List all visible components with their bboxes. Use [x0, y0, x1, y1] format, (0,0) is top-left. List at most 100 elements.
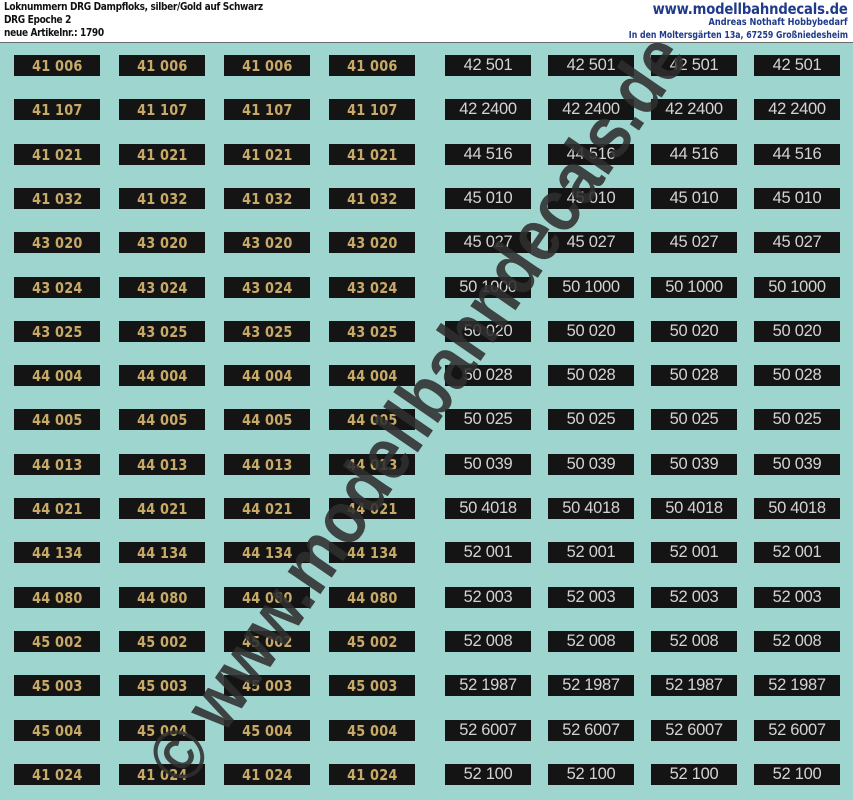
gold-number-decal: 44 004 — [14, 365, 100, 386]
gold-number-decal: 45 002 — [14, 631, 100, 652]
gold-number-decal: 44 013 — [329, 454, 415, 475]
silver-number-decal: 45 027 — [548, 232, 634, 253]
silver-number-decal: 52 1987 — [754, 675, 840, 696]
sheet-title: Loknummern DRG Dampfloks, silber/Gold au… — [4, 1, 263, 13]
gold-number-decal: 41 006 — [224, 55, 310, 76]
gold-number-decal: 43 025 — [119, 321, 205, 342]
silver-number-decal: 52 1987 — [548, 675, 634, 696]
company-name: Andreas Nothaft Hobbybedarf — [708, 17, 848, 28]
silver-number-decal: 52 008 — [754, 631, 840, 652]
silver-number-decal: 50 039 — [754, 454, 840, 475]
silver-number-decal: 50 4018 — [651, 498, 737, 519]
silver-number-decal: 50 4018 — [445, 498, 531, 519]
silver-number-decal: 42 501 — [445, 55, 531, 76]
silver-number-decal: 45 010 — [651, 188, 737, 209]
gold-number-decal: 45 003 — [119, 675, 205, 696]
silver-number-decal: 50 4018 — [548, 498, 634, 519]
gold-number-decal: 44 005 — [119, 409, 205, 430]
gold-number-decal: 41 021 — [329, 144, 415, 165]
website-link[interactable]: www.modellbahndecals.de — [653, 0, 848, 18]
gold-number-decal: 45 004 — [329, 720, 415, 741]
gold-number-decal: 45 004 — [14, 720, 100, 741]
silver-number-decal: 52 001 — [651, 542, 737, 563]
gold-number-decal: 41 021 — [14, 144, 100, 165]
silver-number-decal: 50 4018 — [754, 498, 840, 519]
silver-number-decal: 50 1000 — [445, 277, 531, 298]
gold-number-decal: 45 003 — [329, 675, 415, 696]
silver-number-decal: 44 516 — [445, 144, 531, 165]
gold-number-decal: 45 004 — [224, 720, 310, 741]
gold-number-decal: 44 013 — [14, 454, 100, 475]
silver-number-decal: 42 501 — [548, 55, 634, 76]
silver-number-decal: 50 028 — [548, 365, 634, 386]
silver-number-decal: 50 1000 — [548, 277, 634, 298]
silver-number-decal: 42 2400 — [651, 99, 737, 120]
gold-number-decal: 43 020 — [14, 232, 100, 253]
gold-number-decal: 43 020 — [119, 232, 205, 253]
gold-number-decal: 41 006 — [119, 55, 205, 76]
gold-number-decal: 44 021 — [14, 498, 100, 519]
silver-number-decal: 42 2400 — [548, 99, 634, 120]
gold-number-decal: 41 032 — [329, 188, 415, 209]
silver-number-decal: 50 028 — [445, 365, 531, 386]
silver-number-decal: 52 003 — [548, 587, 634, 608]
silver-number-decal: 52 100 — [651, 764, 737, 785]
gold-number-decal: 45 002 — [119, 631, 205, 652]
gold-number-decal: 41 107 — [14, 99, 100, 120]
silver-number-decal: 50 020 — [548, 321, 634, 342]
gold-number-decal: 41 032 — [14, 188, 100, 209]
gold-number-decal: 41 032 — [224, 188, 310, 209]
silver-number-decal: 52 001 — [445, 542, 531, 563]
silver-number-decal: 50 025 — [754, 409, 840, 430]
silver-number-decal: 45 010 — [548, 188, 634, 209]
gold-number-decal: 41 024 — [119, 764, 205, 785]
silver-number-decal: 44 516 — [651, 144, 737, 165]
silver-number-decal: 52 008 — [651, 631, 737, 652]
gold-number-decal: 44 021 — [224, 498, 310, 519]
gold-number-decal: 41 107 — [224, 99, 310, 120]
silver-number-decal: 42 501 — [754, 55, 840, 76]
gold-number-decal: 43 024 — [119, 277, 205, 298]
silver-number-decal: 52 6007 — [548, 720, 634, 741]
gold-number-decal: 44 005 — [14, 409, 100, 430]
gold-number-decal: 44 004 — [119, 365, 205, 386]
silver-number-decal: 45 027 — [445, 232, 531, 253]
gold-number-decal: 45 003 — [14, 675, 100, 696]
silver-number-decal: 52 001 — [548, 542, 634, 563]
sheet-epoch: DRG Epoche 2 — [4, 14, 72, 26]
silver-number-decal: 50 039 — [651, 454, 737, 475]
silver-number-decal: 50 1000 — [754, 277, 840, 298]
gold-number-decal: 45 002 — [224, 631, 310, 652]
silver-number-decal: 50 1000 — [651, 277, 737, 298]
gold-number-decal: 41 024 — [224, 764, 310, 785]
sheet-header: Loknummern DRG Dampfloks, silber/Gold au… — [0, 0, 853, 42]
silver-number-decal: 50 039 — [548, 454, 634, 475]
gold-number-decal: 44 080 — [329, 587, 415, 608]
gold-number-decal: 44 013 — [119, 454, 205, 475]
silver-number-decal: 50 028 — [754, 365, 840, 386]
silver-number-decal: 50 025 — [651, 409, 737, 430]
gold-number-decal: 43 024 — [329, 277, 415, 298]
gold-number-decal: 44 080 — [224, 587, 310, 608]
gold-number-decal: 44 005 — [329, 409, 415, 430]
silver-number-decal: 45 027 — [754, 232, 840, 253]
gold-number-decal: 44 021 — [119, 498, 205, 519]
silver-number-decal: 52 003 — [754, 587, 840, 608]
gold-number-decal: 45 003 — [224, 675, 310, 696]
silver-number-decal: 50 020 — [651, 321, 737, 342]
article-number: neue Artikelnr.: 1790 — [4, 27, 104, 39]
silver-number-decal: 50 020 — [754, 321, 840, 342]
gold-number-decal: 43 024 — [14, 277, 100, 298]
silver-number-decal: 45 010 — [445, 188, 531, 209]
gold-number-decal: 41 021 — [224, 144, 310, 165]
silver-number-decal: 52 100 — [445, 764, 531, 785]
gold-number-decal: 45 002 — [329, 631, 415, 652]
silver-number-decal: 45 027 — [651, 232, 737, 253]
silver-number-decal: 52 003 — [445, 587, 531, 608]
gold-number-decal: 44 134 — [119, 542, 205, 563]
gold-number-decal: 44 005 — [224, 409, 310, 430]
silver-number-decal: 50 028 — [651, 365, 737, 386]
silver-number-decal: 44 516 — [548, 144, 634, 165]
gold-number-decal: 45 004 — [119, 720, 205, 741]
gold-number-decal: 44 134 — [329, 542, 415, 563]
